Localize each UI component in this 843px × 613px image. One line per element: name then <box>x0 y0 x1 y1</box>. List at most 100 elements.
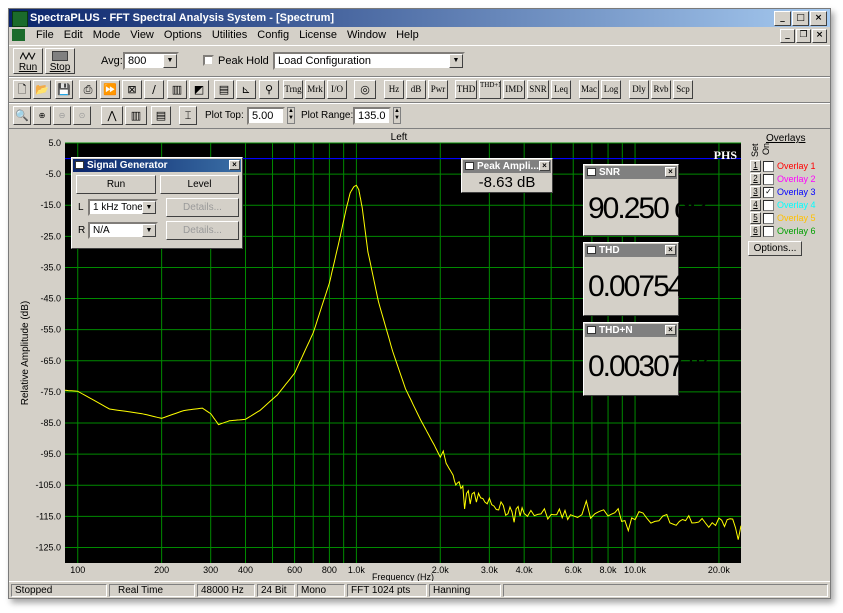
right-details-button[interactable]: Details... <box>166 221 239 240</box>
overlay-set-button[interactable]: 6 <box>750 225 761 237</box>
save-file-icon[interactable]: 💾 <box>55 80 73 99</box>
rvb-button[interactable]: Rvb <box>651 80 671 99</box>
zoom-in-icon[interactable]: ⊕ <box>33 106 51 125</box>
spectrogram-icon[interactable]: ▥ <box>167 80 187 99</box>
generator-run-button[interactable]: Run <box>76 175 156 194</box>
axis-icon[interactable]: ⊾ <box>236 80 256 99</box>
menu-options[interactable]: Options <box>159 27 207 44</box>
db-button[interactable]: dB <box>406 80 426 99</box>
stop-button[interactable]: Stop <box>45 48 75 74</box>
menu-help[interactable]: Help <box>391 27 424 44</box>
x-tick-label: 400 <box>238 565 253 575</box>
thdn-button[interactable]: THD+N <box>479 80 501 99</box>
signal-generator-icon[interactable]: ◎ <box>354 80 376 99</box>
document-icon[interactable] <box>12 29 25 41</box>
overlay-on-checkbox[interactable]: ✓ <box>763 186 774 198</box>
plot-top-input[interactable]: 5.00 <box>247 107 285 125</box>
ramp-icon[interactable]: ∕ <box>144 80 164 99</box>
minimize-icon[interactable]: _ <box>774 11 791 26</box>
properties-icon[interactable]: ▤ <box>214 80 234 99</box>
overlay-set-button[interactable]: 3 <box>750 186 761 198</box>
menu-license[interactable]: License <box>294 27 342 44</box>
overlay-options-button[interactable]: Options... <box>748 241 802 256</box>
new-file-icon[interactable]: 🗋 <box>13 80 31 99</box>
menu-mode[interactable]: Mode <box>88 27 126 44</box>
menu-window[interactable]: Window <box>342 27 391 44</box>
overlay-set-button[interactable]: 1 <box>750 160 761 172</box>
leq-button[interactable]: Leq <box>551 80 571 99</box>
status-state: Stopped <box>11 584 107 597</box>
peak-amplitude-panel: Peak Ampli... × -8.63 dB <box>461 158 553 193</box>
scope-icon[interactable]: ⊠ <box>122 80 142 99</box>
overlay-set-button[interactable]: 5 <box>750 212 761 224</box>
overlay-row[interactable]: 4 Overlay 4 <box>750 199 816 211</box>
doc-restore-icon[interactable]: ❐ <box>796 29 811 43</box>
zoom-full-icon[interactable]: ⊙ <box>73 106 91 125</box>
zoom-out-icon[interactable]: ⊖ <box>53 106 71 125</box>
snr-button[interactable]: SNR <box>527 80 549 99</box>
x-tick-label: 20.0k <box>708 565 731 575</box>
menu-config[interactable]: Config <box>252 27 294 44</box>
menu-edit[interactable]: Edit <box>59 27 88 44</box>
thd-button[interactable]: THD <box>455 80 477 99</box>
y-tick-label: -75.0 <box>40 387 61 397</box>
close-icon[interactable]: × <box>539 161 550 171</box>
3d-plot-icon[interactable]: ◩ <box>189 80 209 99</box>
menu-view[interactable]: View <box>125 27 159 44</box>
avg-select[interactable]: 800 ▼ <box>123 52 179 70</box>
plot-range-spinner[interactable]: ▲ ▼ <box>393 107 401 124</box>
close-icon[interactable]: × <box>665 167 676 177</box>
print-icon[interactable]: ⎙ <box>79 80 97 99</box>
generator-level-button[interactable]: Level <box>160 175 239 194</box>
peak-hold-checkbox[interactable] <box>203 55 214 66</box>
weighting-icon[interactable]: ⚲ <box>259 80 279 99</box>
overlay-row[interactable]: 3 ✓ Overlay 3 <box>750 186 816 198</box>
left-signal-select[interactable]: 1 kHz Tone ▼ <box>88 199 158 216</box>
list-view-icon[interactable]: ▤ <box>151 106 171 125</box>
menu-utilities[interactable]: Utilities <box>207 27 252 44</box>
cursor-icon[interactable]: ⌶ <box>179 106 197 125</box>
overlay-row[interactable]: 1 Overlay 1 <box>750 160 816 172</box>
close-icon[interactable]: × <box>665 325 676 335</box>
io-button[interactable]: I/O <box>327 80 347 99</box>
log-button[interactable]: Log <box>601 80 621 99</box>
scp-button[interactable]: Scp <box>673 80 693 99</box>
plot-range-input[interactable]: 135.0 <box>353 107 391 125</box>
doc-minimize-icon[interactable]: _ <box>780 29 795 43</box>
overlay-on-checkbox[interactable] <box>763 199 774 211</box>
doc-close-icon[interactable]: × <box>812 29 827 43</box>
dly-button[interactable]: Dly <box>629 80 649 99</box>
overlay-on-checkbox[interactable] <box>763 173 774 185</box>
line-plot-icon[interactable]: ⋀ <box>101 106 123 125</box>
overlay-row[interactable]: 2 Overlay 2 <box>750 173 816 185</box>
open-file-icon[interactable]: 📂 <box>33 80 51 99</box>
configuration-select[interactable]: Load Configuration ▼ <box>273 52 465 70</box>
close-icon[interactable]: × <box>810 11 827 26</box>
maximize-icon[interactable]: □ <box>792 11 809 26</box>
overlay-set-button[interactable]: 2 <box>750 173 761 185</box>
overlay-on-checkbox[interactable] <box>763 160 774 172</box>
y-tick-label: -15.0 <box>40 200 61 210</box>
bar-plot-icon[interactable]: ▥ <box>125 106 147 125</box>
hz-button[interactable]: Hz <box>384 80 404 99</box>
menu-file[interactable]: File <box>31 27 59 44</box>
mrk-button[interactable]: Mrk <box>305 80 325 99</box>
run-button[interactable]: Run <box>13 48 43 74</box>
overlay-row[interactable]: 5 Overlay 5 <box>750 212 816 224</box>
close-icon[interactable]: × <box>665 245 676 255</box>
plot-top-spinner[interactable]: ▲ ▼ <box>287 107 295 124</box>
overlay-row[interactable]: 6 Overlay 6 <box>750 225 816 237</box>
close-icon[interactable]: × <box>229 160 240 170</box>
mac-button[interactable]: Mac <box>579 80 599 99</box>
left-details-button[interactable]: Details... <box>166 198 239 217</box>
overlay-on-checkbox[interactable] <box>763 212 774 224</box>
trng-button[interactable]: Trng <box>283 80 303 99</box>
zoom-icon[interactable]: 🔍 <box>13 106 31 125</box>
overlay-on-checkbox[interactable] <box>763 225 774 237</box>
forward-icon[interactable]: ⏩ <box>100 80 120 99</box>
right-signal-select[interactable]: N/A ▼ <box>88 222 158 239</box>
plot-range-label: Plot Range: <box>301 110 354 121</box>
overlay-set-button[interactable]: 4 <box>750 199 761 211</box>
imd-button[interactable]: IMD <box>503 80 525 99</box>
pwr-button[interactable]: Pwr <box>428 80 448 99</box>
